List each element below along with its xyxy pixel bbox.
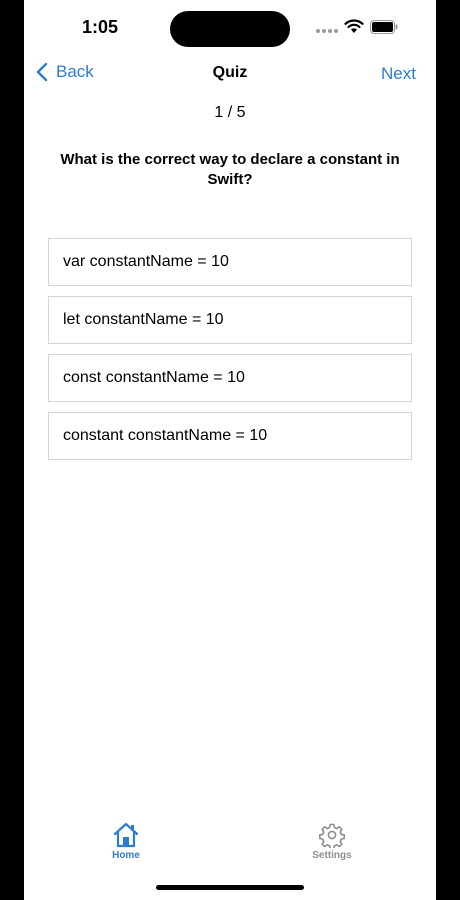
question-text: What is the correct way to declare a con… — [60, 151, 400, 188]
battery-icon — [370, 20, 398, 34]
wifi-icon — [344, 19, 364, 33]
navigation-bar: Back Quiz Next — [24, 56, 436, 92]
home-indicator — [156, 885, 304, 890]
status-bar: 1:05 — [24, 0, 436, 56]
tab-bar: Home Settings — [24, 818, 436, 870]
next-button[interactable]: Next — [381, 64, 416, 84]
status-time: 1:05 — [82, 17, 119, 37]
question-progress: 1 / 5 — [214, 104, 246, 121]
answer-option[interactable]: let constantName = 10 — [48, 296, 412, 344]
signal-dots-icon — [316, 29, 338, 33]
phone-screen: 1:05 Back Quiz Next 1 / 5 What is the co… — [24, 0, 436, 900]
tab-settings-label: Settings — [312, 850, 352, 861]
gear-icon — [319, 823, 345, 848]
page-title: Quiz — [212, 64, 248, 81]
house-icon — [113, 822, 139, 848]
answer-options: var constantName = 10 let constantName =… — [48, 238, 412, 470]
tab-settings[interactable]: Settings — [292, 818, 372, 861]
tab-home-label: Home — [112, 850, 140, 861]
answer-option[interactable]: const constantName = 10 — [48, 354, 412, 402]
answer-option[interactable]: var constantName = 10 — [48, 238, 412, 286]
answer-option[interactable]: constant constantName = 10 — [48, 412, 412, 460]
dynamic-island — [170, 11, 290, 47]
tab-home[interactable]: Home — [86, 818, 166, 861]
